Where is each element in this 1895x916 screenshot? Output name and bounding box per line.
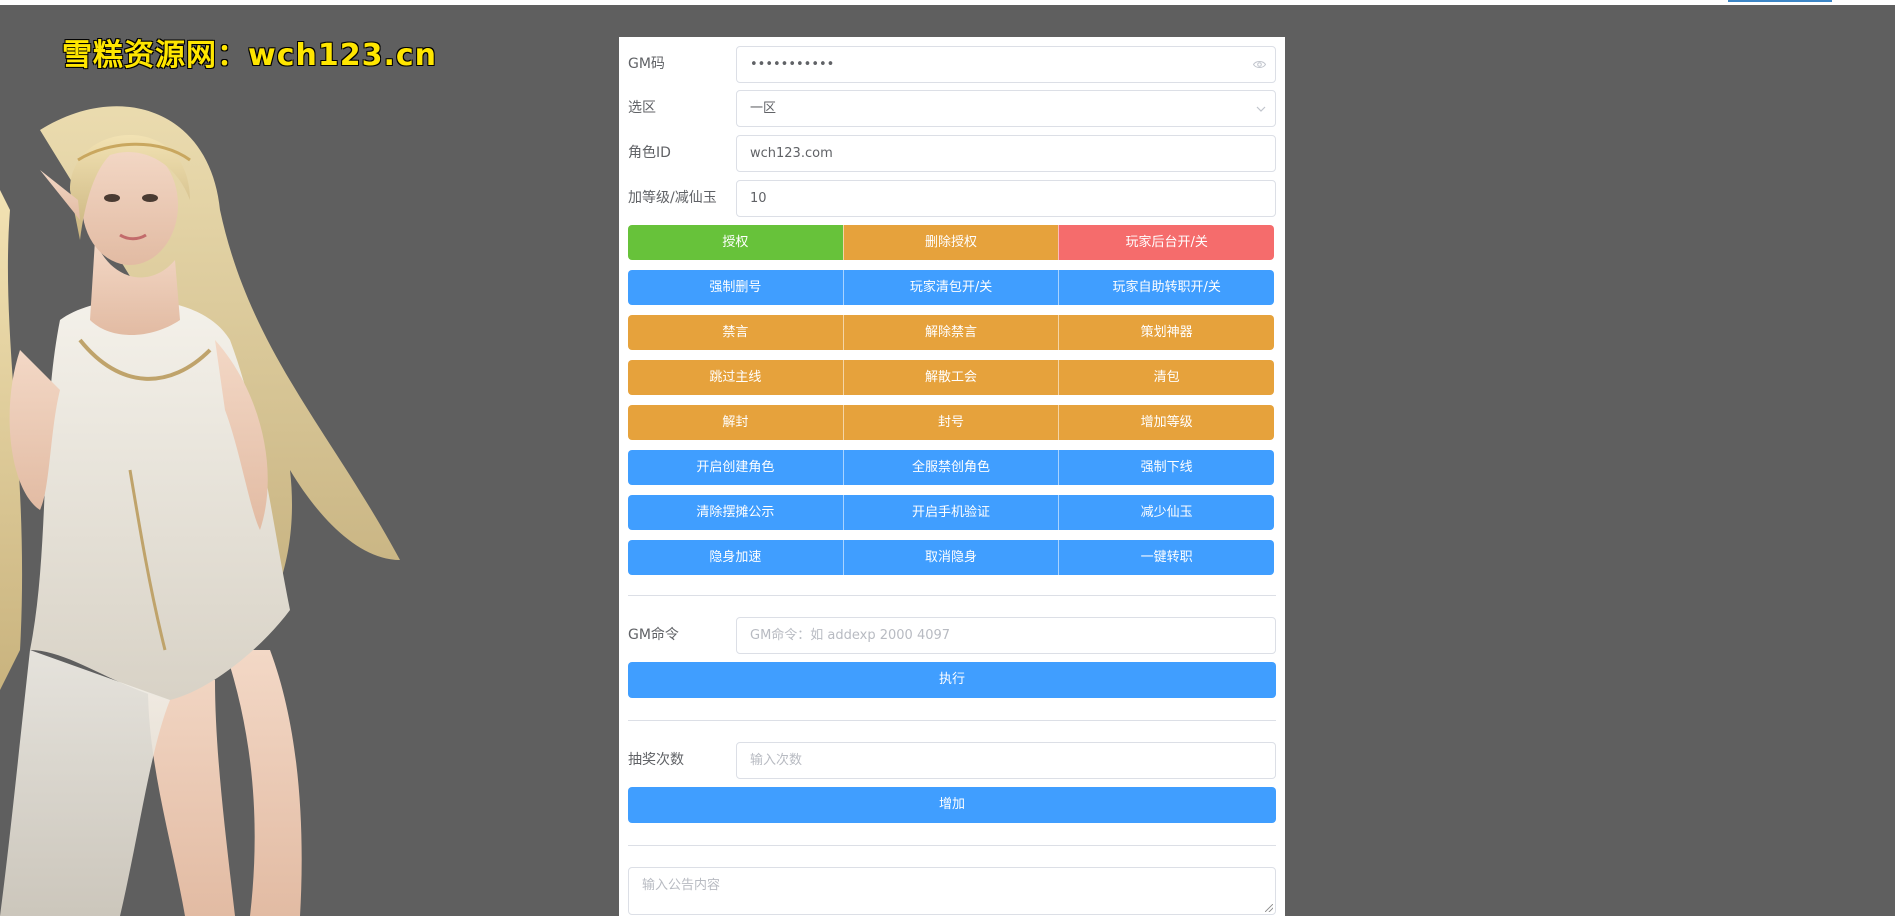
lottery-placeholder: 输入次数: [750, 753, 803, 768]
divider: [628, 595, 1276, 596]
action-button[interactable]: 玩家清包开/关: [842, 270, 1059, 305]
add-lottery-button[interactable]: 增加: [628, 787, 1276, 823]
button-row: 授权 删除授权 玩家后台开/关: [628, 225, 1275, 260]
action-button[interactable]: 取消隐身: [842, 540, 1059, 575]
chevron-down-icon: [1256, 91, 1266, 126]
eye-icon[interactable]: [1252, 47, 1267, 82]
button-row: 解封 封号 增加等级: [628, 405, 1275, 440]
action-button-grid: 授权 删除授权 玩家后台开/关 强制删号 玩家清包开/关 玩家自助转职开/关 禁言 解除禁言策…: [628, 225, 1275, 585]
divider: [628, 720, 1276, 721]
top-right-tab[interactable]: [1728, 0, 1832, 2]
action-button[interactable]: 解散工会: [842, 360, 1059, 395]
action-button[interactable]: 减少仙玉: [1058, 495, 1275, 530]
action-button[interactable]: 授权: [628, 225, 843, 260]
role-id-input[interactable]: wch123.com: [736, 135, 1276, 172]
lottery-input[interactable]: 输入次数: [736, 742, 1276, 779]
action-button[interactable]: 强制删号: [628, 270, 843, 305]
action-button[interactable]: 跳过主线: [628, 360, 843, 395]
announcement-placeholder: 输入公告内容: [642, 878, 721, 893]
action-button[interactable]: 策划神器: [1058, 315, 1275, 350]
action-button[interactable]: 强制下线: [1058, 450, 1275, 485]
button-row: 开启创建角色 全服禁创角色 强制下线: [628, 450, 1275, 485]
gm-code-row: GM码 •••••••••••: [628, 46, 1276, 83]
gm-panel: GM码 ••••••••••• 选区 一区 角色ID wch123.com 加等…: [619, 37, 1285, 916]
action-button[interactable]: 解除禁言: [842, 315, 1059, 350]
gm-code-input[interactable]: •••••••••••: [736, 46, 1276, 83]
zone-select[interactable]: 一区: [736, 90, 1276, 127]
role-id-row: 角色ID wch123.com: [628, 135, 1276, 172]
level-value: 10: [750, 191, 767, 206]
gm-command-row: GM命令 GM命令：如 addexp 2000 4097: [628, 617, 1276, 654]
action-button[interactable]: 玩家后台开/关: [1058, 225, 1275, 260]
role-id-value: wch123.com: [750, 146, 833, 161]
action-button[interactable]: 增加等级: [1058, 405, 1275, 440]
button-row: 跳过主线 解散工会 清包: [628, 360, 1275, 395]
announcement-textarea[interactable]: 输入公告内容: [628, 867, 1276, 915]
action-button[interactable]: 隐身加速: [628, 540, 843, 575]
action-button[interactable]: 开启手机验证: [842, 495, 1059, 530]
action-button[interactable]: 清除摆摊公示: [628, 495, 843, 530]
action-button[interactable]: 全服禁创角色: [842, 450, 1059, 485]
lottery-label: 抽奖次数: [628, 752, 684, 768]
execute-button[interactable]: 执行: [628, 662, 1276, 698]
zone-row: 选区 一区: [628, 90, 1276, 127]
watermark-text: 雪糕资源网：wch123.cn: [62, 38, 438, 73]
top-strip: [0, 0, 1895, 5]
lottery-row: 抽奖次数 输入次数: [628, 742, 1276, 779]
role-id-label: 角色ID: [628, 145, 671, 161]
action-button[interactable]: 删除授权: [842, 225, 1059, 260]
zone-value: 一区: [750, 101, 777, 116]
gm-code-label: GM码: [628, 56, 665, 72]
button-row: 清除摆摊公示 开启手机验证 减少仙玉: [628, 495, 1275, 530]
action-button[interactable]: 封号: [842, 405, 1059, 440]
action-button[interactable]: 清包: [1058, 360, 1275, 395]
action-button[interactable]: 玩家自助转职开/关: [1058, 270, 1275, 305]
button-row: 强制删号 玩家清包开/关 玩家自助转职开/关: [628, 270, 1275, 305]
level-row: 加等级/减仙玉 10: [628, 180, 1276, 217]
action-button[interactable]: 开启创建角色: [628, 450, 843, 485]
gm-command-label: GM命令: [628, 627, 679, 643]
button-row: 隐身加速 取消隐身 一键转职: [628, 540, 1275, 575]
resize-handle-icon[interactable]: [1265, 904, 1273, 912]
gm-command-placeholder: GM命令：如 addexp 2000 4097: [750, 628, 951, 643]
level-input[interactable]: 10: [736, 180, 1276, 217]
character-illustration: [0, 106, 400, 916]
level-label: 加等级/减仙玉: [628, 190, 717, 206]
action-button[interactable]: 一键转职: [1058, 540, 1275, 575]
gm-command-input[interactable]: GM命令：如 addexp 2000 4097: [736, 617, 1276, 654]
button-row: 禁言 解除禁言 策划神器: [628, 315, 1275, 350]
gm-code-value: •••••••••••: [750, 57, 835, 72]
action-button[interactable]: 解封: [628, 405, 843, 440]
action-button[interactable]: 禁言: [628, 315, 843, 350]
zone-label: 选区: [628, 100, 656, 116]
divider: [628, 845, 1276, 846]
